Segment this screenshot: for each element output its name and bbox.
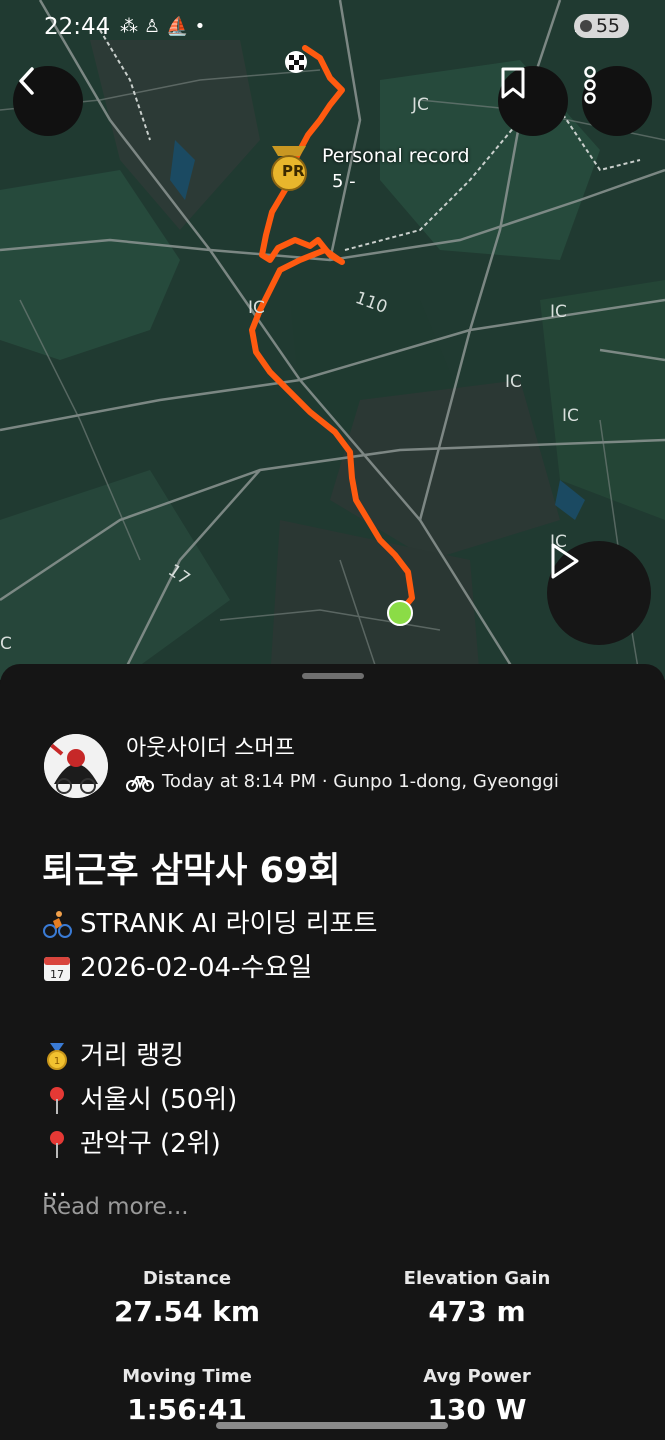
pin-emoji: [50, 1087, 64, 1114]
status-right-icons: 55: [573, 14, 629, 38]
road-label: IC: [550, 302, 567, 322]
back-button[interactable]: [13, 66, 83, 136]
bookmark-button[interactable]: [498, 66, 568, 136]
stat-value: 27.54 km: [113, 1295, 261, 1328]
stat-moving-time: Moving Time 1:56:41: [42, 1366, 332, 1426]
stat-label: Avg Power: [423, 1366, 531, 1387]
home-indicator[interactable]: [216, 1422, 448, 1429]
android-icon: ♙: [144, 16, 167, 37]
road-label: IC: [562, 406, 579, 426]
sheet-drag-handle[interactable]: [302, 673, 364, 679]
calendar-emoji: 17: [44, 957, 70, 981]
cyclist-emoji: [43, 911, 72, 938]
road-label: IC: [248, 298, 265, 318]
activity-sheet: 아웃사이더 스머프 Today at 8:14 PM · Gunpo 1-don…: [0, 664, 665, 1440]
play-icon: [551, 543, 579, 579]
medal-emoji: 1: [47, 1043, 67, 1070]
chevron-left-icon: [19, 67, 34, 95]
description-text: 서울시 (50위): [80, 1085, 238, 1115]
pr-badge-text: PR: [282, 162, 305, 180]
status-bar: 22:44 ⁂♙⛵• 55: [0, 0, 665, 58]
stat-distance: Distance 27.54 km: [42, 1268, 332, 1328]
road-label: IC: [505, 372, 522, 392]
road-label: C: [0, 634, 12, 654]
bike-icon: [126, 775, 154, 792]
svg-text:1: 1: [54, 1056, 60, 1067]
description-text: 거리 랭킹: [80, 1041, 184, 1071]
description-text: 2026-02-04-수요일: [80, 953, 313, 983]
notification-icon: ⁂: [120, 16, 144, 37]
stat-value: 473 m: [428, 1295, 526, 1328]
pin-emoji: [50, 1131, 64, 1158]
activity-meta: Today at 8:14 PM · Gunpo 1-dong, Gyeongg…: [126, 771, 559, 792]
battery-indicator: 55: [573, 14, 629, 38]
svg-text:17: 17: [50, 968, 64, 981]
activity-meta-text: Today at 8:14 PM · Gunpo 1-dong, Gyeongg…: [162, 771, 559, 792]
avatar[interactable]: [44, 734, 108, 798]
description-text: 관악구 (2위): [80, 1129, 221, 1159]
more-button[interactable]: [582, 66, 652, 136]
activity-description: STRANK AI 라이딩 리포트 17 2026-02-04-수요일 1 거리…: [42, 902, 377, 1210]
description-line: 17 2026-02-04-수요일: [42, 946, 377, 990]
pr-sub-label: 5 -: [332, 171, 356, 192]
stat-label: Distance: [142, 1268, 232, 1289]
status-left-icons: ⁂♙⛵•: [120, 16, 211, 37]
description-text: STRANK AI 라이딩 리포트: [80, 909, 378, 939]
more-vertical-icon: [584, 66, 596, 104]
play-flyover-button[interactable]: [547, 541, 651, 645]
status-time: 22:44: [44, 14, 111, 40]
route-map[interactable]: PR JC IC 110 IC IC IC IC 17 C Personal r…: [0, 0, 665, 680]
activity-title: 퇴근후 삼막사 69회: [42, 851, 341, 891]
stat-label: Moving Time: [122, 1366, 252, 1387]
stat-elevation-gain: Elevation Gain 473 m: [332, 1268, 622, 1328]
pr-label: Personal record: [322, 145, 470, 167]
stat-avg-power: Avg Power 130 W: [332, 1366, 622, 1426]
bookmark-icon: [501, 67, 525, 99]
description-line: STRANK AI 라이딩 리포트: [42, 902, 377, 946]
dot-icon: •: [194, 16, 212, 37]
avatar-image: [44, 734, 108, 798]
description-line: 관악구 (2위): [42, 1122, 377, 1166]
end-marker: [387, 600, 413, 626]
stat-label: Elevation Gain: [403, 1268, 551, 1289]
boat-icon: ⛵: [166, 16, 195, 37]
description-line: 서울시 (50위): [42, 1078, 377, 1122]
athlete-name[interactable]: 아웃사이더 스머프: [126, 730, 295, 762]
description-line: 1 거리 랭킹: [42, 1034, 377, 1078]
read-more-link[interactable]: Read more...: [42, 1194, 189, 1220]
road-label: JC: [412, 95, 429, 115]
